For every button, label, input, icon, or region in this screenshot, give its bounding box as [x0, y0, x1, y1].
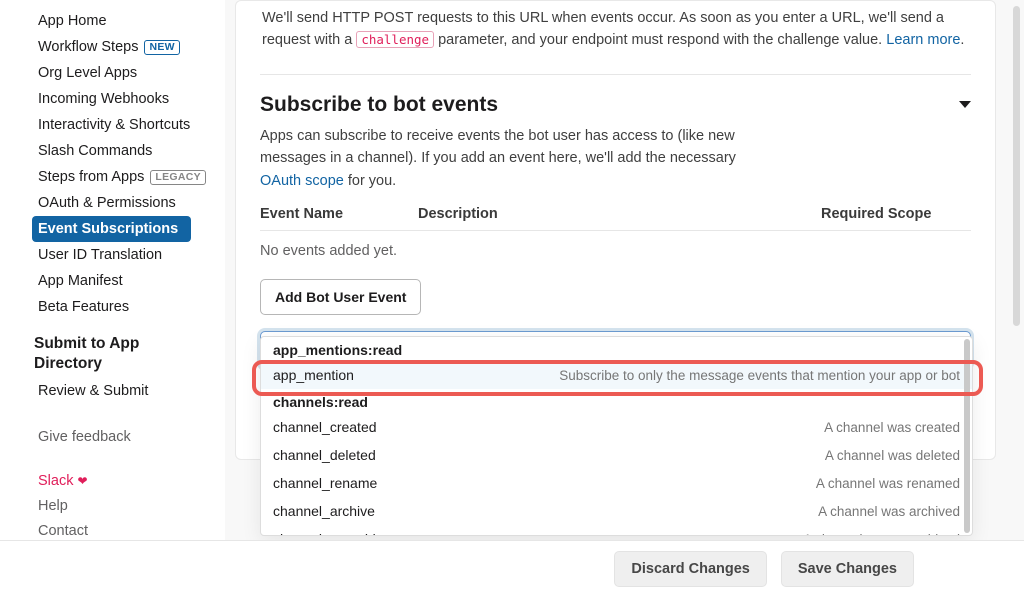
oauth-scope-label: OAuth scope: [260, 173, 344, 189]
event-dropdown: app_mentions:read app_mention Subscribe …: [260, 336, 973, 536]
event-desc: A channel was archived: [427, 504, 960, 519]
event-option-app-mention[interactable]: app_mention Subscribe to only the messag…: [261, 361, 972, 389]
sidebar-item-label: Workflow Steps: [38, 37, 138, 58]
slack-label: Slack: [38, 471, 73, 492]
sidebar-item-label: Slash Commands: [38, 141, 152, 162]
sidebar-item-label: Event Subscriptions: [38, 219, 178, 240]
empty-state: No events added yet.: [260, 231, 971, 279]
sidebar-item-incoming-webhooks[interactable]: Incoming Webhooks: [34, 86, 225, 112]
intro-text-2: parameter, and your endpoint must respon…: [434, 32, 886, 48]
event-option[interactable]: channel_archive A channel was archived: [261, 497, 972, 525]
sidebar-item-event-subscriptions[interactable]: Event Subscriptions: [32, 216, 191, 242]
col-required-scope: Required Scope: [821, 206, 971, 222]
event-option[interactable]: channel_created A channel was created: [261, 413, 972, 441]
event-name: channel_created: [273, 419, 413, 435]
sidebar-item-review-submit[interactable]: Review & Submit: [34, 379, 225, 405]
scope-group-label: app_mentions:read: [261, 337, 972, 361]
col-event-name: Event Name: [260, 206, 418, 222]
subdesc-post: for you.: [344, 173, 396, 189]
col-description: Description: [418, 206, 821, 222]
event-name: channel_unarchive: [273, 531, 413, 536]
event-name: app_mention: [273, 367, 413, 383]
sidebar-item-app-manifest[interactable]: App Manifest: [34, 268, 225, 294]
sidebar-item-label: App Home: [38, 11, 107, 32]
sidebar-item-label: Steps from Apps: [38, 167, 144, 188]
section-title: Subscribe to bot events: [260, 93, 498, 117]
section-header-row[interactable]: Subscribe to bot events: [260, 93, 971, 117]
sidebar-item-oauth[interactable]: OAuth & Permissions: [34, 190, 225, 216]
event-desc: A channel was deleted: [427, 448, 960, 463]
scope-group-label: channels:read: [261, 389, 972, 413]
challenge-code: challenge: [356, 31, 434, 48]
add-button-label: Add Bot User Event: [275, 289, 406, 305]
sidebar-item-user-id-translation[interactable]: User ID Translation: [34, 242, 225, 268]
give-feedback-link[interactable]: Give feedback: [34, 425, 225, 451]
event-name: channel_archive: [273, 503, 413, 519]
sidebar-item-label: Incoming Webhooks: [38, 89, 169, 110]
dropdown-scrollbar[interactable]: [964, 339, 970, 533]
heart-icon: ❤: [77, 473, 87, 490]
oauth-scope-link[interactable]: OAuth scope: [260, 173, 344, 189]
sidebar-item-label: Review & Submit: [38, 381, 148, 402]
sidebar-item-label: Interactivity & Shortcuts: [38, 115, 190, 136]
event-name: channel_deleted: [273, 447, 413, 463]
event-desc: A channel was renamed: [427, 476, 960, 491]
divider: [260, 74, 971, 75]
footer-link-label: Contact: [38, 523, 88, 539]
slack-link[interactable]: Slack❤: [34, 469, 225, 495]
event-option[interactable]: channel_rename A channel was renamed: [261, 469, 972, 497]
event-desc: A channel was unarchived: [427, 532, 960, 537]
event-option[interactable]: channel_unarchive A channel was unarchive…: [261, 525, 972, 536]
discard-changes-button[interactable]: Discard Changes: [614, 551, 766, 587]
sidebar-item-interactivity[interactable]: Interactivity & Shortcuts: [34, 112, 225, 138]
discard-label: Discard Changes: [631, 561, 749, 577]
event-name: channel_rename: [273, 475, 413, 491]
add-bot-user-event-button[interactable]: Add Bot User Event: [260, 279, 421, 315]
sidebar-item-workflow-steps[interactable]: Workflow Steps NEW: [34, 34, 225, 60]
badge-new: NEW: [144, 40, 179, 55]
sidebar: App Home Workflow Steps NEW Org Level App…: [0, 0, 225, 596]
save-changes-button[interactable]: Save Changes: [781, 551, 914, 587]
event-desc: A channel was created: [427, 420, 960, 435]
page-scrollbar[interactable]: [1013, 6, 1020, 326]
sidebar-item-label: App Manifest: [38, 271, 123, 292]
submit-heading: Submit to App Directory: [34, 334, 195, 373]
feedback-label: Give feedback: [38, 427, 131, 448]
save-label: Save Changes: [798, 561, 897, 577]
settings-panel: We'll send HTTP POST requests to this UR…: [235, 0, 996, 460]
learn-more-label: Learn more: [886, 32, 960, 48]
sidebar-item-label: OAuth & Permissions: [38, 193, 176, 214]
sidebar-item-beta-features[interactable]: Beta Features: [34, 294, 225, 320]
badge-legacy: LEGACY: [150, 170, 206, 185]
section-description: Apps can subscribe to receive events the…: [260, 125, 780, 192]
event-desc: Subscribe to only the message events tha…: [427, 368, 960, 383]
event-option[interactable]: channel_deleted A channel was deleted: [261, 441, 972, 469]
footer-link-label: Help: [38, 498, 68, 514]
sidebar-item-app-home[interactable]: App Home: [34, 8, 225, 34]
chevron-down-icon: [959, 101, 971, 108]
footer-bar: Discard Changes Save Changes: [0, 540, 1024, 596]
sidebar-item-org-level-apps[interactable]: Org Level Apps: [34, 60, 225, 86]
sidebar-item-label: User ID Translation: [38, 245, 162, 266]
events-table-header: Event Name Description Required Scope: [260, 192, 971, 231]
sidebar-item-label: Org Level Apps: [38, 63, 137, 84]
learn-more-link[interactable]: Learn more: [886, 32, 960, 48]
request-url-description: We'll send HTTP POST requests to this UR…: [260, 1, 971, 52]
footer-link-help[interactable]: Help: [34, 495, 225, 519]
main-content: We'll send HTTP POST requests to this UR…: [225, 0, 1024, 596]
sidebar-item-slash-commands[interactable]: Slash Commands: [34, 138, 225, 164]
sidebar-item-label: Beta Features: [38, 297, 129, 318]
sidebar-item-steps-from-apps[interactable]: Steps from Apps LEGACY: [34, 164, 225, 190]
subdesc-pre: Apps can subscribe to receive events the…: [260, 128, 736, 166]
